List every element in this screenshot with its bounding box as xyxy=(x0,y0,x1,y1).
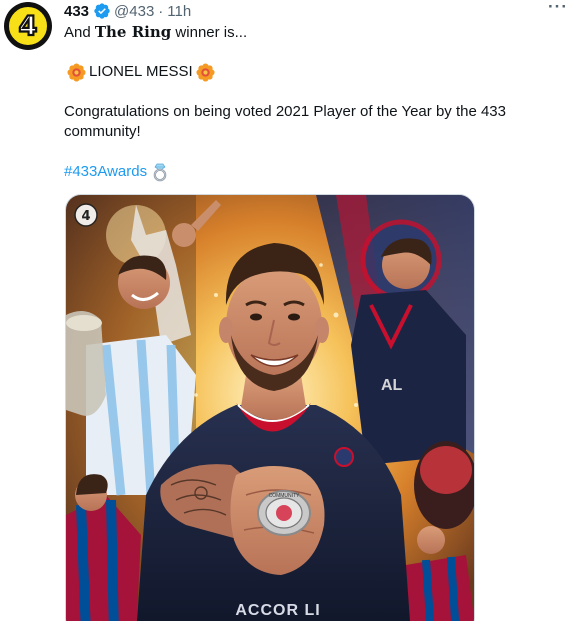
tweet[interactable]: 4 433 @433 · 11h ··· And The Ring winner… xyxy=(0,0,578,621)
hashtag-link[interactable]: #433Awards xyxy=(64,162,147,182)
avatar-logo-text: 4 xyxy=(18,10,39,42)
svg-text:AL: AL xyxy=(381,377,403,394)
ring-engraving: COMMUNITY xyxy=(269,493,300,499)
tweet-line-intro: And The Ring winner is... xyxy=(64,22,247,43)
tweet-line-hashtag: #433Awards xyxy=(64,162,169,182)
headline-text: LIONEL MESSI xyxy=(89,63,193,80)
tweet-media-image[interactable]: AL COMMUNITY ACCOR LI 4 xyxy=(65,194,475,621)
flower-emoji-icon xyxy=(67,62,86,82)
intro-prefix: And xyxy=(64,24,95,41)
more-options-icon[interactable]: ··· xyxy=(548,0,568,15)
image-watermark: 4 xyxy=(81,209,90,224)
timestamp[interactable]: 11h xyxy=(167,3,191,20)
shirt-sponsor: ACCOR LI xyxy=(235,602,320,619)
verified-badge-icon xyxy=(93,2,111,20)
intro-bold: The Ring xyxy=(94,23,172,41)
avatar-logo: 4 xyxy=(7,5,49,47)
ring-emoji-icon xyxy=(151,162,169,182)
tweet-line-congrats: Congratulations on being voted 2021 Play… xyxy=(64,103,506,140)
handle[interactable]: @433 xyxy=(114,3,154,20)
flower-emoji-icon xyxy=(196,62,215,82)
tweet-line-headline: LIONEL MESSI xyxy=(64,62,218,82)
avatar[interactable]: 4 xyxy=(4,2,52,50)
tweet-header: 433 @433 · 11h xyxy=(64,2,191,20)
separator: · xyxy=(158,2,164,20)
display-name[interactable]: 433 xyxy=(64,3,89,20)
intro-suffix: winner is... xyxy=(171,24,248,41)
